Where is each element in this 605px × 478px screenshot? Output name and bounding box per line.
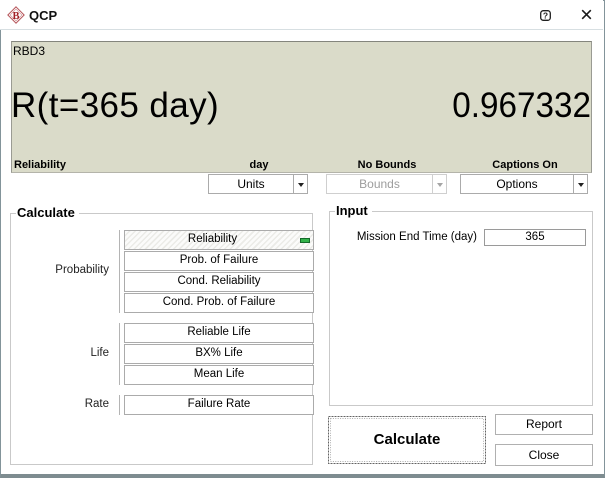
svg-text:B: B [12, 11, 19, 22]
svg-text:?: ? [543, 10, 548, 20]
